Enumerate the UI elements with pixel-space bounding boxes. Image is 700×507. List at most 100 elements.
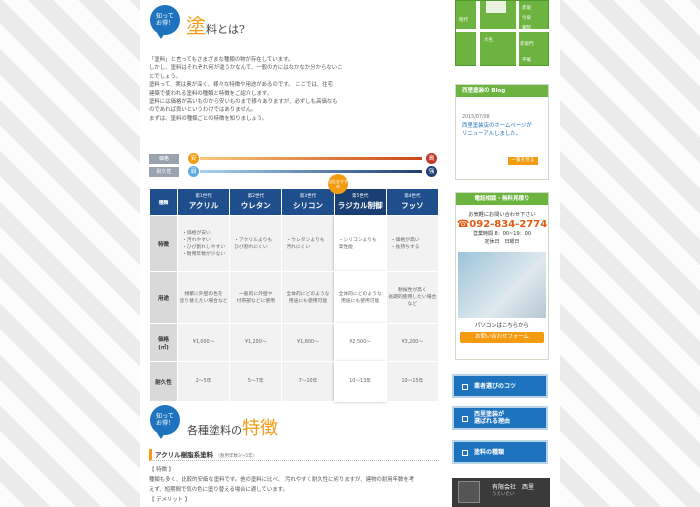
column-name: アクリル [188,201,219,210]
acrylic-description: 【 特徴 】 種類も多く、比較的安価な塗料です。他の塗料に比べ、 汚れやすく耐久… [149,465,441,505]
map-label: 赤坂 [522,6,531,11]
table-body: 特徴 ・価格が安い ・汚れやすい ・ひび割れしやすい ・耐用年数が少ない ・アクリル… [149,215,440,402]
legend-price-tag: 価格 [149,154,179,164]
page-title-accent: 塗 [186,14,206,38]
table-cell: 10〜15年 [385,361,440,402]
blog-post-link[interactable]: 西里塗装店のホームページが リニューアルしました。 [462,122,548,138]
nav-label: 塗料の種類 [474,448,505,456]
page-title: 塗料とは? [186,10,245,39]
blog-widget: 西里塗装の Blog 2015/07/08 西里塗装店のホームページが リニューア… [455,84,549,180]
business-hours: 営業時間 8：00~19：00 [472,231,532,237]
blog-title: 西里塗装の Blog [456,85,548,97]
nav-why-choose-us[interactable]: 西里塗装が 選ばれる理由 [452,406,548,430]
table-corner-header: 種類 [149,188,178,216]
map-label: 薬院 [522,26,531,31]
contact-form-button[interactable]: お問い合わせフォーム [460,332,544,343]
blog-date: 2015/07/08 [462,115,490,120]
legend-durability-tag: 耐久性 [149,167,179,177]
blog-post-line: 西里塗装店のホームページが [462,123,532,129]
contact-title: 電話相談・無料見積り [456,193,548,205]
table-row: 価格 (㎡) ¥1,000〜 ¥1,200〜 ¥1,800〜 ¥2,500〜 ¥3,200… [149,323,440,362]
table-cell: 耐候性が高く 長期的使用したい場合など [385,271,440,324]
column-generation: 第1世代 [195,194,212,199]
description-line: 【 特徴 】 [149,467,174,473]
intro-line: 塗料には価格が高いものから安いものまで様々ありますが、必ずしも高価なも [149,99,338,106]
arrow-icon [462,450,468,456]
section-title-rest: 各種塗料の [187,424,242,437]
company-name: 有限会社 西里 [492,484,535,491]
recommend-badge: 当社おすすめ [328,174,348,194]
map-marker-area [486,1,506,13]
subheading-note: （耐用年数3〜5年） [215,454,258,459]
legend-durability-bar [200,170,422,173]
arrow-icon [462,384,468,390]
page-title-rest: 料とは? [206,23,245,36]
nav-contractor-tips[interactable]: 業者選びのコツ [452,374,548,398]
legend-durability-start: 弱 [188,166,199,177]
intro-line: とでしょう。 [149,73,181,80]
contact-lead: お気軽にお問い合わせ下さい [468,212,536,218]
blog-post-line: リニューアルしました。 [462,131,522,137]
table-cell: 10〜13年 [333,361,387,402]
contact-widget: 電話相談・無料見積り お気軽にお問い合わせ下さい ☎092-834-2774 営… [455,192,549,360]
table-cell: 2〜5年 [176,361,231,402]
table-cell: ・アクリルよりも ひび割れにくい [229,215,283,272]
table-row: 用途 頻繁に外壁の色を 塗り替えたい場合など 一般的に外壁や 付帯部などに使用 全体的… [149,271,440,324]
intro-text: 「塗料」と言ってもさまざまな種類の物が存在しています。 しかし、塗料はそれぞれ何… [149,56,359,123]
column-generation: 第2世代 [247,194,264,199]
nav-paint-types[interactable]: 塗料の種類 [452,440,548,464]
legend-price-end: 高 [426,153,437,164]
paint-comparison-table: 種類 第1世代 アクリル 第2世代 ウレタン 第3世代 シリコン 第5世代 ラジカル制御… [149,188,440,402]
company-logo [458,481,480,503]
row-label: 用途 [149,271,178,324]
staff-photo [458,252,546,318]
intro-line: のであれば良いというわけではありません。 [149,107,257,114]
tip-badge-line2: お得！ [155,420,174,427]
column-name: ラジカル制御 [337,201,383,210]
table-cell: 5〜7年 [229,361,283,402]
legend-price-start: 安 [188,153,199,164]
nav-label: 業者選びのコツ [474,382,517,390]
table-row: 耐久性 2〜5年 5〜7年 7〜10年 10〜13年 10〜15年 [149,361,440,402]
table-cell: 7〜10年 [281,361,335,402]
column-name: フッソ [401,201,424,210]
table-row: 特徴 ・価格が安い ・汚れやすい ・ひび割れしやすい ・耐用年数が少ない ・アクリル… [149,215,440,272]
map-label: 今泉 [522,16,531,21]
section-title: 各種塗料の特徴 [187,414,278,440]
tip-badge: 知って お得！ [150,5,180,39]
tip-badge-line1: 知って [156,13,174,20]
map-label: 大名 [484,38,493,43]
table-cell: 一般的に外壁や 付帯部などに使用 [229,271,283,324]
section-title-accent: 特徴 [242,418,278,439]
table-cell: ¥3,200〜 [385,323,440,362]
table-cell: 頻繁に外壁の色を 塗り替えたい場合など [176,271,231,324]
subheading-title: アクリル樹脂系塗料 [155,451,214,459]
column-name: ウレタン [240,201,271,210]
intro-line: 建築で使われる塗料の種類と特徴をご紹介します。 [149,90,273,97]
map-label: 平尾 [522,58,531,63]
phone-number-text: 092-834-2774 [469,219,548,230]
map-road [516,1,519,67]
map-label: 昭代 [459,18,468,23]
intro-line: しかし、塗料はそれぞれ何が違うかなんて、一般の方にはなかなか分からないこ [149,65,343,72]
tip-badge-line2: お得！ [155,20,174,27]
description-line: 種類も多く、比較的安価な塗料です。他の塗料に比べ、 汚れやすく耐久性に劣りますが… [149,477,415,483]
table-cell: ¥1,800〜 [281,323,335,362]
company-banner[interactable]: 有限会社 西里 うえいたい [452,478,550,507]
pc-note: パソコンはこちらから [475,323,529,329]
phone-number[interactable]: ☎092-834-2774 [456,219,548,230]
legend-durability-end: 強 [426,166,437,177]
table-cell: 全体的にどのような 用途にも使用可能 [333,271,387,324]
column-name: シリコン [292,201,323,210]
description-line: えず、短期間で気の色に塗り替える場合に適しています。 [149,487,288,493]
tip-badge-line1: 知って [156,413,174,420]
column-header: 第1世代アクリル [176,188,231,216]
table-cell: ・価格が高い ・長持ちする [385,215,440,272]
legend-price-bar [200,157,422,160]
table-cell: ・価格が安い ・汚れやすい ・ひび割れしやすい ・耐用年数が少ない [176,215,231,272]
company-sub: うえいたい [492,492,515,497]
access-map[interactable]: 昭代 赤坂 今泉 薬院 大名 赤坂門 平尾 [455,0,550,67]
column-header: 第3世代 シリコン [281,188,335,216]
map-label: 赤坂門 [520,42,534,47]
blog-more-button[interactable]: 一覧を見る [508,157,538,165]
